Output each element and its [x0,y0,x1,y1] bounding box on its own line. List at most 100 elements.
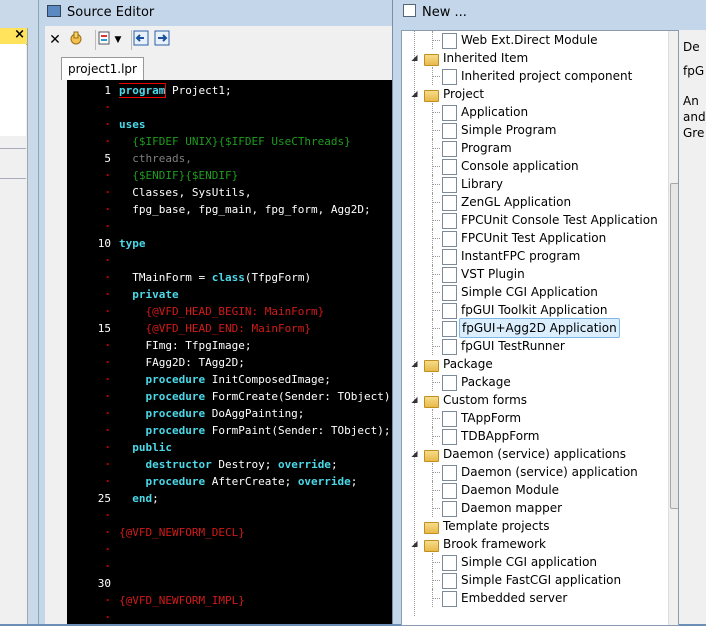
code-line[interactable]: procedure FormPaint(Sender: TObject); [119,422,391,439]
document-icon [442,591,457,607]
code-tools-icon[interactable] [95,30,112,50]
vertical-scrollbar[interactable] [668,31,678,625]
document-icon [442,411,457,427]
collapse-icon[interactable]: ◢ [410,89,419,98]
code-line[interactable]: procedure FormCreate(Sender: TObject); [119,388,397,405]
line-number: 5 [104,152,111,165]
tree-folder[interactable]: Template projects [402,517,666,535]
code-line[interactable]: public [119,439,172,456]
document-icon [442,429,457,445]
tree-item[interactable]: Package [402,373,666,391]
tree-item[interactable]: Application [402,103,666,121]
folder-icon [424,540,439,552]
tree-item[interactable]: TAppForm [402,409,666,427]
document-icon [442,321,457,337]
scrollbar-thumb[interactable] [670,183,678,509]
tree-item[interactable]: Program [402,139,666,157]
forward-icon[interactable] [153,30,171,50]
collapse-icon[interactable]: ◢ [410,359,419,368]
tree-item[interactable]: Library [402,175,666,193]
tree-item[interactable]: ZenGL Application [402,193,666,211]
code-line[interactable]: FAgg2D: TAgg2D; [119,354,244,371]
tree-item[interactable]: Inherited project component [402,67,666,85]
tree-folder[interactable]: ◢ Brook framework [402,535,666,553]
tree-item-label: FPCUnit Test Application [461,231,607,245]
tree-item[interactable]: Console application [402,157,666,175]
document-icon [442,177,457,193]
code-line[interactable]: procedure InitComposedImage; [119,371,330,388]
line-number: · [104,288,111,301]
tree-item[interactable]: Simple FastCGI application [402,571,666,589]
line-number: · [104,373,111,386]
tree-folder[interactable]: ◢ Custom forms [402,391,666,409]
tree-item[interactable]: fpGUI+Agg2D Application [402,318,666,338]
tree-item[interactable]: Daemon (service) application [402,463,666,481]
tree-item[interactable]: VST Plugin [402,265,666,283]
tree-item[interactable]: InstantFPC program [402,247,666,265]
code-line[interactable]: {$ENDIF}{$ENDIF} [119,167,238,184]
code-line[interactable]: {@VFD_HEAD_BEGIN: MainForm} [119,303,324,320]
code-line[interactable]: end; [119,490,159,507]
chevron-down-icon[interactable]: ▼ [113,30,123,50]
collapse-icon[interactable]: ◢ [410,53,419,62]
code-line[interactable]: procedure DoAggPainting; [119,405,304,422]
tree-item[interactable]: fpGUI Toolkit Application [402,301,666,319]
collapse-icon[interactable]: ◢ [410,449,419,458]
code-area[interactable]: program Project1; uses {$IFDEF UNIX}{$IFD… [119,80,401,624]
code-token: cthreads, [119,152,192,165]
code-line[interactable]: type [119,235,146,252]
tree-item[interactable]: Daemon Module [402,481,666,499]
code-line[interactable]: program Project1; [119,82,232,99]
code-line[interactable]: {@VFD_NEWFORM_DECL} [119,524,245,541]
code-line[interactable]: fpg_base, fpg_main, fpg_form, Agg2D; [119,201,370,218]
tree-item[interactable]: Simple CGI Application [402,283,666,301]
jump-icon[interactable] [67,30,85,50]
left-panel-header: × [0,27,27,45]
tab-project1[interactable]: project1.lpr [61,57,144,80]
collapse-icon[interactable]: ◢ [410,539,419,548]
tree-item[interactable]: FPCUnit Test Application [402,229,666,247]
close-icon[interactable]: × [14,27,25,42]
code-line[interactable]: {@VFD_NEWFORM_IMPL} [119,592,245,609]
tree-item[interactable]: Web Ext.Direct Module [402,31,666,49]
tree-item-label: ZenGL Application [461,195,572,209]
tree-item[interactable]: fpGUI TestRunner [402,337,666,355]
code-token: private [119,288,179,301]
code-line[interactable]: uses [119,116,146,133]
dialog-title: New ... [403,4,467,20]
left-panel-list[interactable] [0,44,26,136]
tree-item[interactable]: TDBAppForm [402,427,666,445]
code-line[interactable]: procedure AfterCreate; override; [119,473,357,490]
line-number: · [104,220,111,233]
tree-item[interactable]: FPCUnit Console Test Application [402,211,666,229]
line-number: · [104,560,111,573]
document-icon [442,573,457,589]
code-editor[interactable]: 1 · · · 5 · · · · 10 · · · · 15 · · · · · · · · · 25 · · · · 30 · · pro… [67,80,401,624]
tree-item[interactable]: Daemon mapper [402,499,666,517]
tree-folder[interactable]: ◢ Project [402,85,666,103]
item-tree[interactable]: Web Ext.Direct Module ◢ Inherited Item Inhe… [401,30,679,626]
code-line[interactable]: FImg: TfpgImage; [119,337,251,354]
tree-folder[interactable]: ◢ Package [402,355,666,373]
code-line[interactable]: {@VFD_HEAD_END: MainForm} [119,320,311,337]
code-token: destructor [119,458,212,471]
tree-item[interactable]: Simple CGI application [402,553,666,571]
code-line[interactable]: destructor Destroy; override; [119,456,337,473]
code-line[interactable]: TMainForm = class(TfpgForm) [119,269,311,286]
editor-toolbar: ✕ ▼ [45,26,401,55]
tree-line [432,310,440,311]
back-icon[interactable] [131,30,150,50]
tree-item[interactable]: Embedded server [402,589,666,607]
collapse-icon[interactable]: ◢ [410,395,419,404]
tree-folder[interactable]: ◢ Daemon (service) applications [402,445,666,463]
code-token: DoAggPainting; [205,407,305,420]
code-line[interactable]: cthreads, [119,150,192,167]
tree-item[interactable]: Simple Program [402,121,666,139]
code-token: FormPaint(Sender: TObject); [205,424,391,437]
code-line[interactable]: private [119,286,179,303]
code-line[interactable]: Classes, SysUtils, [119,184,251,201]
code-line[interactable]: {$IFDEF UNIX}{$IFDEF UseCThreads} [119,133,351,150]
tree-folder[interactable]: ◢ Inherited Item [402,49,666,67]
close-icon[interactable]: ✕ [49,30,61,50]
divider [0,178,26,179]
